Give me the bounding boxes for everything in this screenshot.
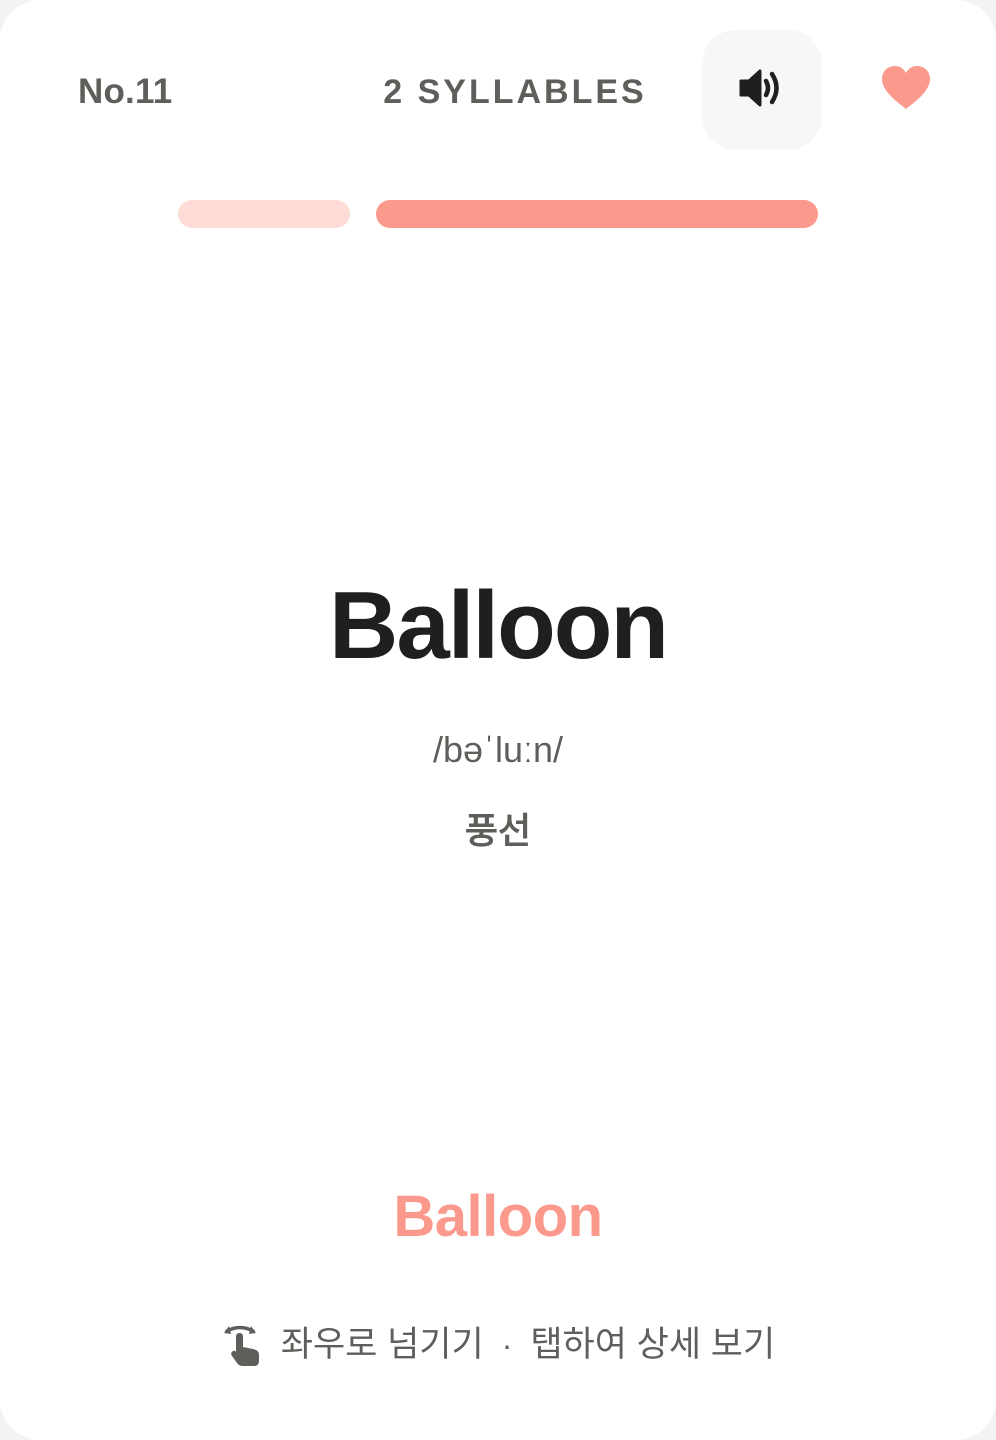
- heart-icon: [880, 65, 932, 116]
- speaker-icon: [738, 66, 786, 115]
- hint-separator: ·: [501, 1327, 513, 1363]
- card-number: No.11: [78, 72, 173, 111]
- gesture-hint: 좌우로 넘기기 · 탭하여 상세 보기: [0, 1320, 996, 1370]
- swipe-hint-text: 좌우로 넘기기: [280, 1325, 484, 1364]
- swipe-gesture-icon: [221, 1322, 267, 1368]
- favorite-button[interactable]: [874, 60, 938, 120]
- flashcard[interactable]: No.11 2 SYLLABLES Balloon /bəˈluːn/ 풍선 B…: [0, 0, 996, 1440]
- tap-hint-text: 탭하여 상세 보기: [530, 1325, 776, 1364]
- word-accent-label: Balloon: [393, 1184, 603, 1249]
- syllable-bar-1: [178, 200, 350, 228]
- play-sound-button[interactable]: [702, 30, 822, 150]
- syllable-count-label: 2 SYLLABLES: [383, 73, 647, 111]
- word-title: Balloon: [329, 572, 669, 679]
- syllable-bar-2: [376, 200, 818, 228]
- pronunciation-ipa: /bəˈluːn/: [432, 729, 564, 770]
- korean-meaning: 풍선: [464, 810, 532, 851]
